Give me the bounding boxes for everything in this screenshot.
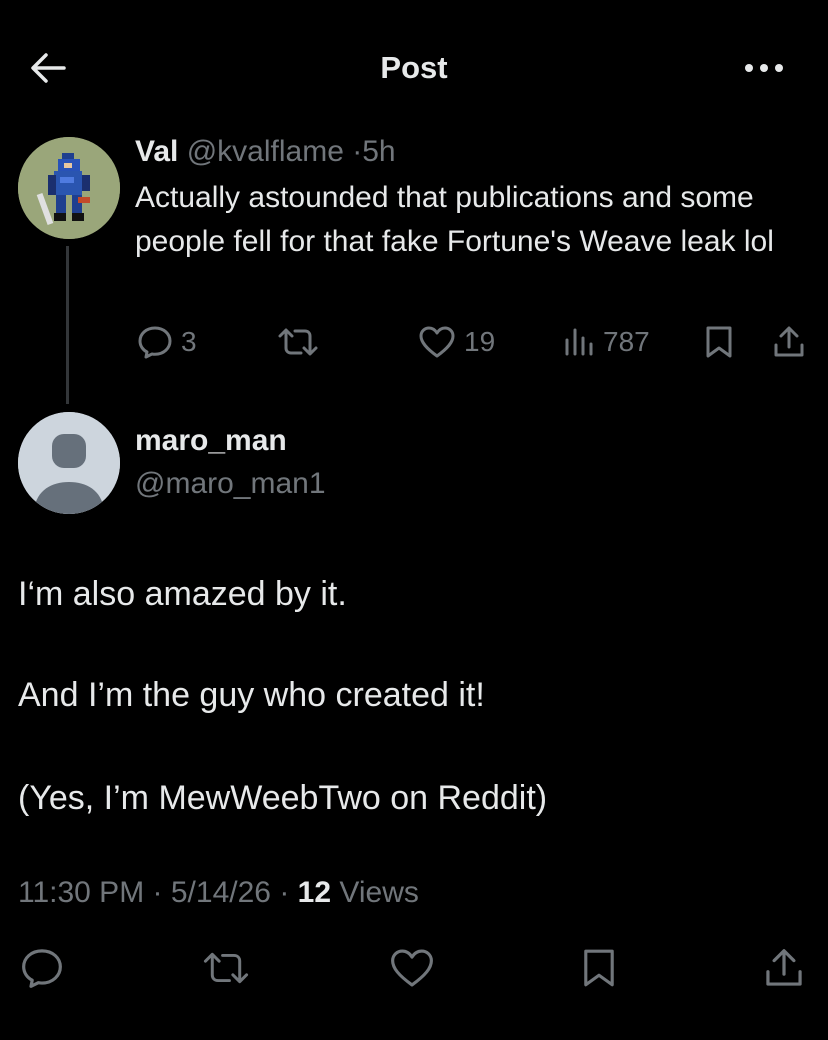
meta-separator: · [352, 135, 363, 168]
share-icon [766, 949, 802, 986]
more-dots-icon [745, 64, 783, 72]
heart-icon [419, 326, 455, 358]
post-time[interactable]: 5h [362, 135, 395, 168]
heart-icon [391, 949, 433, 987]
reply-button[interactable]: 3 [137, 320, 197, 364]
page-title: Post [380, 50, 448, 85]
reply-icon [138, 326, 172, 359]
views-button[interactable]: 787 [563, 320, 650, 364]
views-label: Views [339, 876, 419, 909]
parent-post-header: Val @kvalflame ·5h [135, 134, 396, 170]
post-time[interactable]: 11:30 PM [18, 876, 144, 909]
default-avatar-icon [18, 412, 120, 514]
views-count: 787 [603, 326, 650, 357]
author-name[interactable]: maro_man [135, 422, 287, 460]
like-button[interactable]: 19 [418, 320, 495, 364]
bookmark-button[interactable] [704, 320, 734, 364]
reply-count: 3 [181, 326, 197, 357]
author-handle[interactable]: @maro_man1 [135, 465, 326, 503]
reply-icon [22, 949, 62, 988]
author-handle[interactable]: @kvalflame [187, 135, 344, 168]
reply-button[interactable] [18, 944, 66, 992]
meta-separator: · [152, 876, 163, 909]
share-button[interactable] [772, 320, 806, 364]
bookmark-icon [706, 326, 732, 358]
post-text-paragraph: I‘m also amazed by it. [18, 575, 347, 613]
repost-button[interactable] [277, 320, 319, 364]
views-count: 12 [297, 876, 332, 909]
more-button[interactable] [742, 50, 786, 86]
author-name[interactable]: Val [135, 135, 178, 168]
like-button[interactable] [388, 944, 436, 992]
thread-connector-line [66, 246, 69, 404]
repost-icon [278, 328, 318, 356]
repost-button[interactable] [202, 944, 250, 992]
repost-icon [203, 952, 249, 984]
post-timestamp-line: 11:30 PM · 5/14/26 · 12 Views [18, 873, 419, 913]
bookmark-icon [584, 949, 614, 987]
post-header: Post [0, 0, 828, 130]
like-count: 19 [464, 326, 496, 357]
post-text-paragraph: (Yes, I’m MewWeebTwo on Reddit) [18, 779, 548, 817]
avatar[interactable] [18, 137, 120, 239]
avatar[interactable] [18, 412, 120, 514]
pixel-knight-avatar-image [18, 137, 120, 239]
share-button[interactable] [760, 944, 808, 992]
bookmark-button[interactable] [575, 944, 623, 992]
meta-separator: · [279, 876, 290, 909]
share-icon [774, 326, 804, 357]
analytics-icon [565, 328, 593, 356]
parent-post-text: Actually astounded that publications and… [135, 181, 774, 258]
post-date[interactable]: 5/14/26 [171, 876, 271, 909]
post-text-paragraph: And I’m the guy who created it! [18, 676, 485, 714]
